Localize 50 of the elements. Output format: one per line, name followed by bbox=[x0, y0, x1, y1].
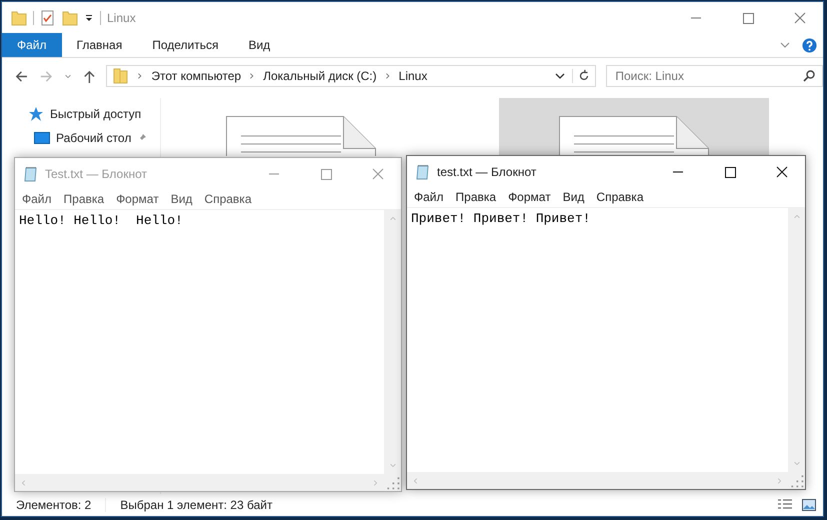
thumbnail-view-icon[interactable] bbox=[801, 497, 817, 513]
nav-item[interactable]: Быстрый доступ bbox=[50, 107, 142, 121]
menu-item[interactable]: Правка bbox=[456, 190, 496, 204]
ribbon-tab[interactable]: Главная bbox=[62, 33, 138, 57]
search-icon[interactable] bbox=[801, 68, 818, 84]
menu-item[interactable]: Формат bbox=[508, 190, 551, 204]
status-text: Элементов: 2 bbox=[16, 498, 92, 512]
ribbon-tab[interactable]: Файл bbox=[2, 33, 62, 57]
scroll-down-icon[interactable] bbox=[388, 461, 396, 469]
address-bar[interactable]: Этот компьютер Локальный диск (C:) Linux bbox=[106, 65, 596, 87]
breadcrumb-item[interactable]: Этот компьютер bbox=[151, 69, 242, 83]
search-field[interactable]: Поиск: Linux bbox=[606, 65, 824, 87]
dropdown-icon[interactable] bbox=[84, 12, 94, 22]
scroll-up-icon[interactable] bbox=[388, 215, 396, 223]
scroll-right-icon[interactable] bbox=[371, 478, 379, 486]
menu-item[interactable]: Справка bbox=[596, 190, 644, 204]
window-title: test.txt — Блокнот bbox=[437, 164, 536, 178]
scroll-right-icon[interactable] bbox=[775, 476, 783, 484]
back-arrow-icon[interactable] bbox=[14, 68, 29, 84]
help-icon[interactable] bbox=[802, 38, 817, 52]
menu-item[interactable]: Вид bbox=[562, 190, 584, 204]
scroll-left-icon[interactable] bbox=[20, 478, 28, 486]
star-icon bbox=[28, 106, 44, 122]
window-title: Linux bbox=[107, 10, 136, 24]
folder-icon[interactable] bbox=[62, 10, 78, 26]
vertical-scrollbar[interactable] bbox=[788, 208, 805, 472]
desktop-icon bbox=[34, 130, 50, 146]
breadcrumb-item[interactable]: Linux bbox=[398, 69, 428, 83]
up-arrow-icon[interactable] bbox=[82, 68, 96, 84]
folder-icon bbox=[113, 68, 130, 84]
scroll-up-icon[interactable] bbox=[792, 213, 800, 221]
file-tile[interactable] bbox=[499, 98, 769, 156]
checklist-icon[interactable] bbox=[40, 10, 56, 26]
chevron-down-icon[interactable] bbox=[555, 71, 566, 81]
notepad-icon bbox=[23, 166, 39, 182]
notepad-icon bbox=[415, 164, 431, 180]
ribbon-tab[interactable]: Поделиться bbox=[137, 33, 234, 57]
scroll-down-icon[interactable] bbox=[792, 459, 800, 467]
horizontal-scrollbar[interactable] bbox=[407, 472, 788, 489]
nav-item[interactable]: Рабочий стол bbox=[56, 131, 132, 145]
status-text: Выбран 1 элемент: 23 байт bbox=[120, 498, 272, 512]
menu-item[interactable]: Файл bbox=[414, 190, 444, 204]
window-title: Test.txt — Блокнот bbox=[45, 166, 148, 180]
text-area[interactable]: Привет! Привет! Привет! bbox=[407, 208, 788, 472]
ribbon-tab[interactable]: Вид bbox=[233, 33, 286, 57]
breadcrumb-item[interactable]: Локальный диск (C:) bbox=[263, 69, 377, 83]
scroll-left-icon[interactable] bbox=[412, 476, 420, 484]
forward-arrow-icon[interactable] bbox=[38, 68, 54, 84]
chevron-right-icon bbox=[384, 72, 392, 80]
folder-icon[interactable] bbox=[11, 10, 27, 26]
